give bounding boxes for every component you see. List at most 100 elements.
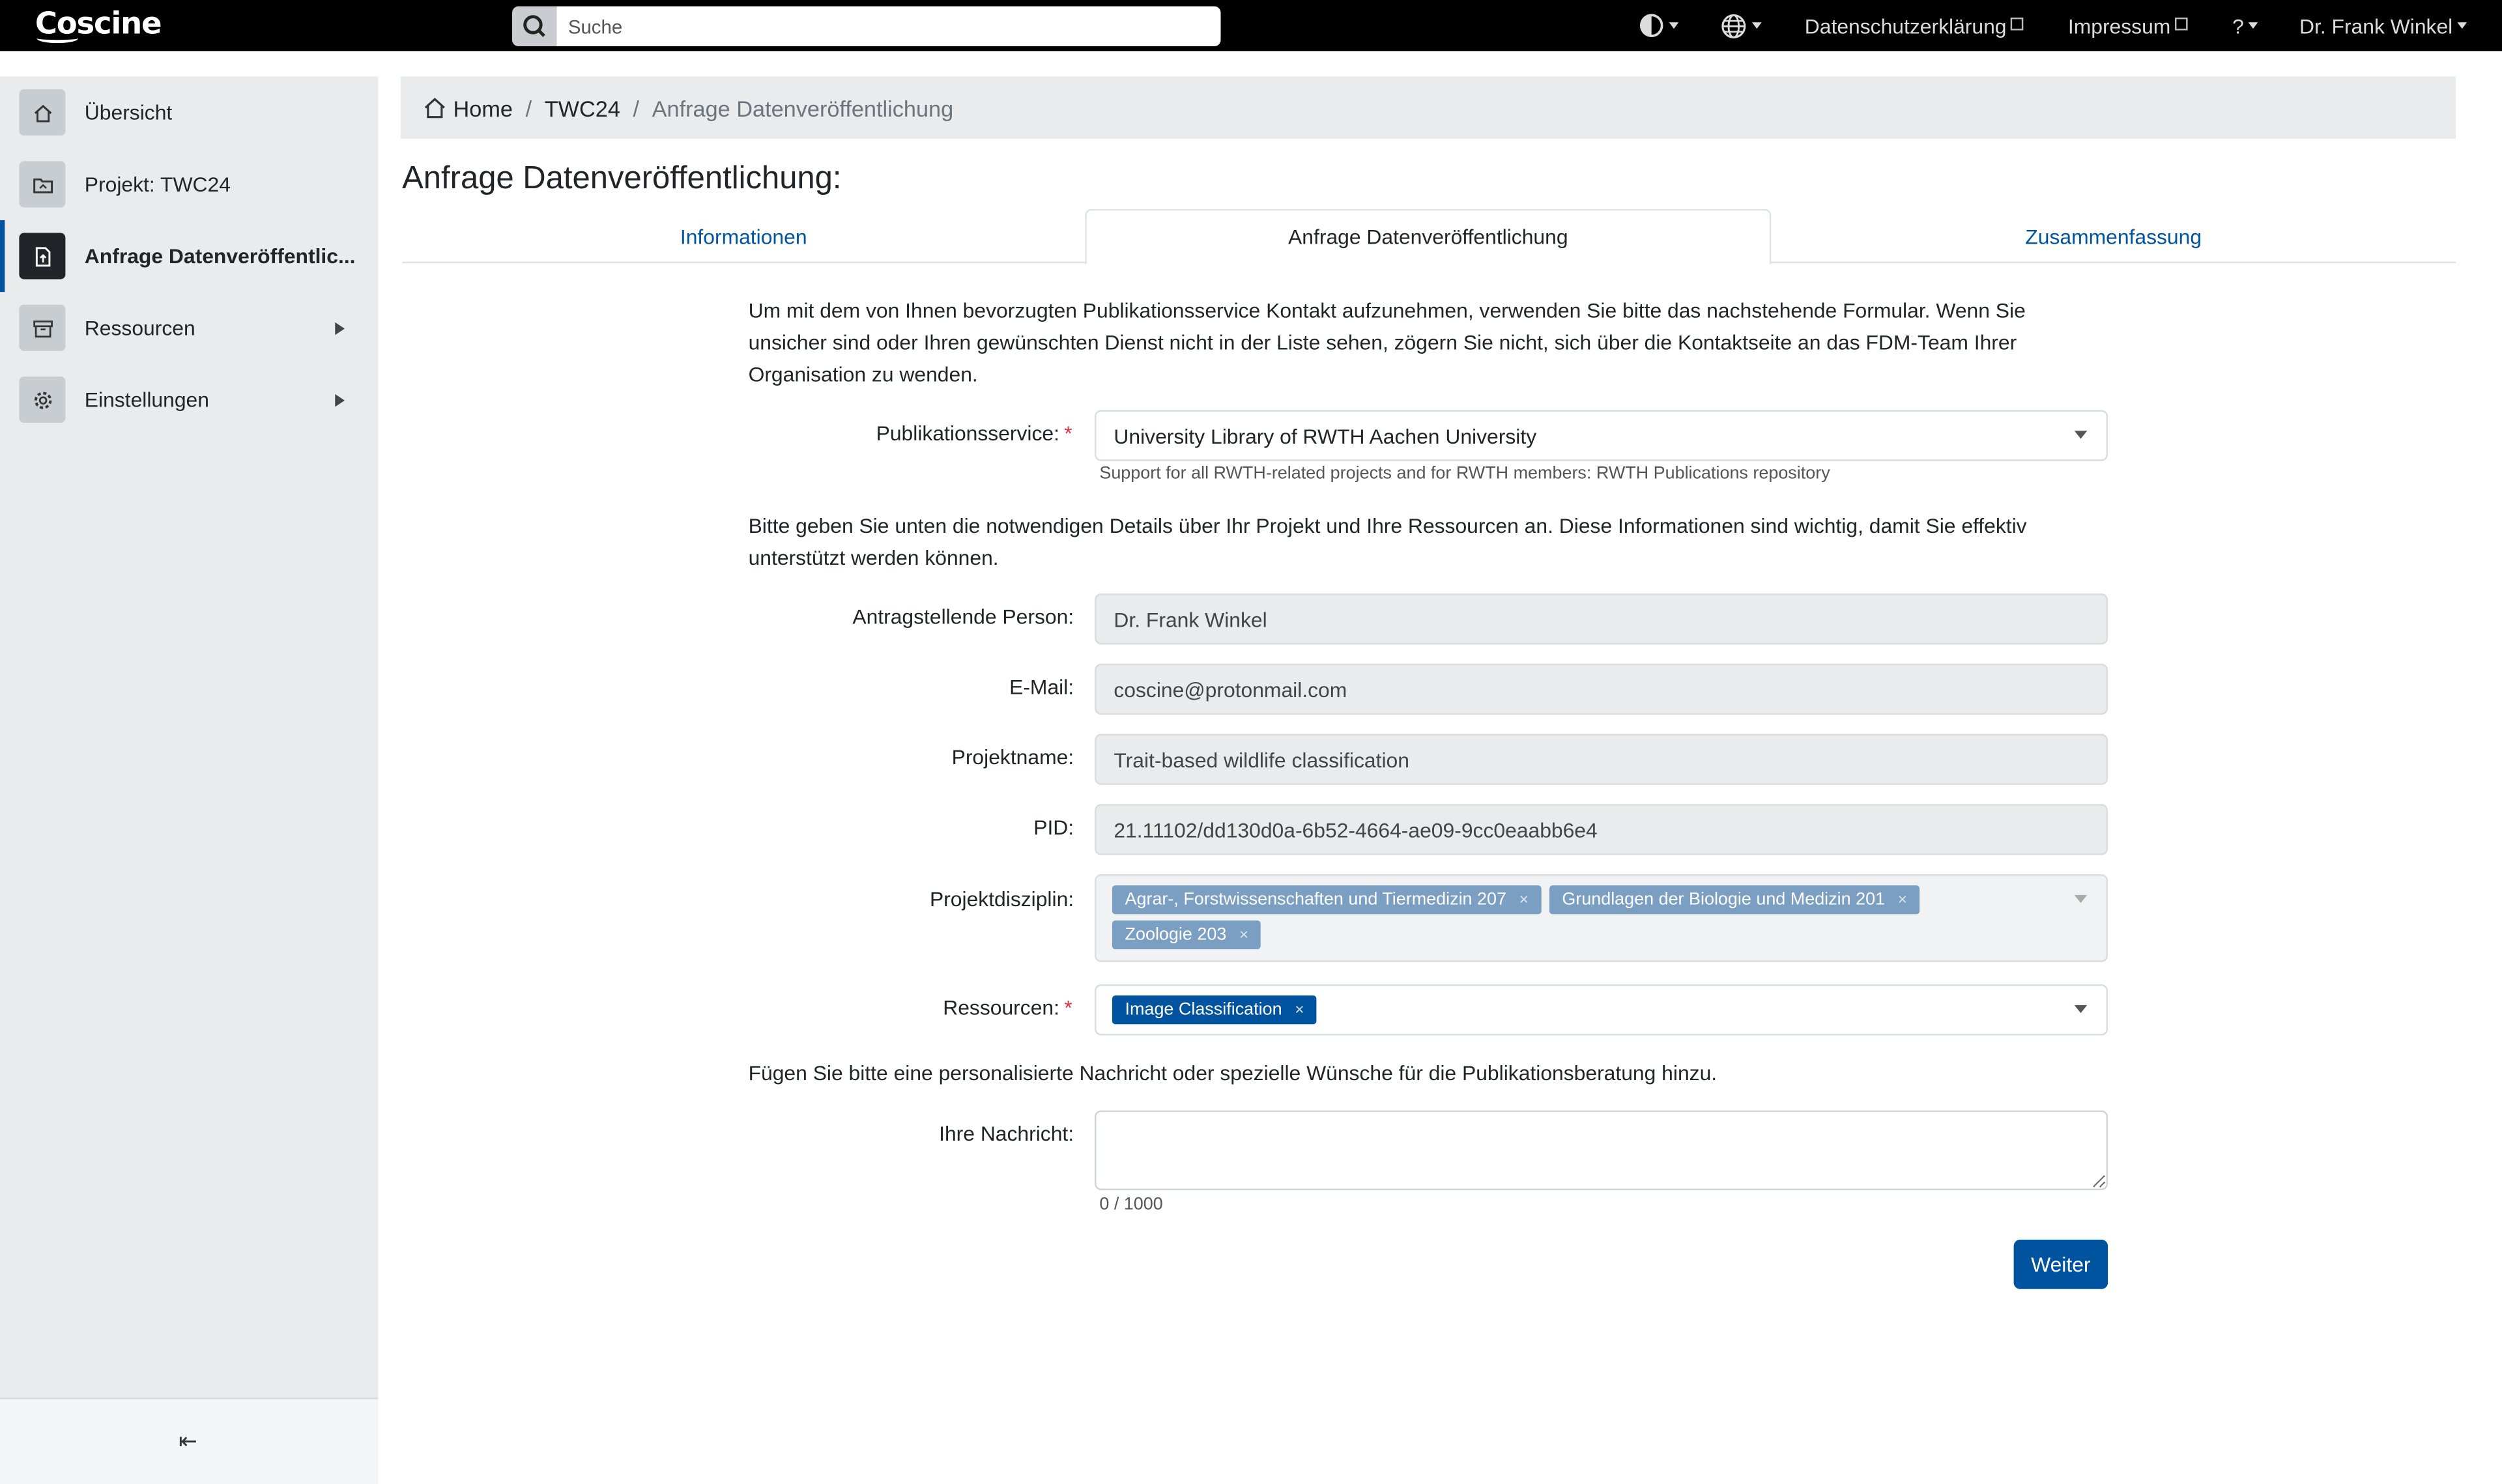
breadcrumb-home[interactable]: Home — [453, 95, 513, 121]
next-button[interactable]: Weiter — [2013, 1239, 2108, 1289]
tab-information[interactable]: Informationen — [402, 209, 1085, 263]
user-name: Dr. Frank Winkel — [2299, 13, 2453, 38]
coscine-logo[interactable]: Coscine — [35, 7, 162, 44]
remove-chip-icon[interactable]: × — [1519, 891, 1529, 909]
email-label: E-Mail: — [1009, 674, 1074, 699]
chevron-right-icon — [335, 321, 345, 335]
character-counter: 0 / 1000 — [1099, 1195, 1163, 1214]
home-icon — [33, 104, 51, 122]
discipline-chip-label: Zoologie 203 — [1125, 925, 1227, 945]
help-menu-label: ? — [2232, 13, 2244, 38]
imprint-link[interactable]: Impressum — [2067, 0, 2189, 51]
external-link-icon — [2175, 17, 2189, 31]
help-menu[interactable]: ? — [2232, 0, 2258, 51]
discipline-chip-label: Grundlagen der Biologie und Medizin 201 — [1562, 890, 1886, 909]
sidebar-item-label: Übersicht — [84, 100, 173, 125]
service-label: Publikationsservice: * — [594, 421, 1072, 446]
sidebar-item-overview[interactable]: Übersicht — [0, 77, 378, 149]
service-label-text: Publikationsservice: — [876, 421, 1059, 446]
pid-field: 21.11102/dd130d0a-6b52-4664-ae09-9cc0eaa… — [1095, 804, 2108, 855]
tab-publication-request[interactable]: Anfrage Datenveröffentlichung — [1085, 208, 1772, 265]
sidebar-item-settings[interactable]: Einstellungen — [0, 364, 378, 435]
folder-icon — [32, 177, 52, 193]
discipline-chip: Zoologie 203 × — [1112, 920, 1261, 950]
globe-icon — [1721, 13, 1746, 38]
contrast-icon — [1639, 14, 1663, 37]
service-select[interactable]: University Library of RWTH Aachen Univer… — [1095, 410, 2108, 461]
app-root: Coscine Suche Datenschutzerklärung Impre… — [0, 0, 2502, 1484]
privacy-link[interactable]: Datenschutzerklärung — [1805, 0, 2024, 51]
sidebar-item-label: Anfrage Datenveröffentlic... — [84, 244, 356, 268]
breadcrumb-current: Anfrage Datenveröffentlichung — [652, 94, 954, 121]
remove-chip-icon[interactable]: × — [1898, 891, 1907, 909]
sidebar: Übersicht Projekt: TWC24 Anfrage Datenve… — [0, 76, 379, 1484]
home-icon-box — [19, 89, 66, 136]
remove-chip-icon[interactable]: × — [1239, 926, 1248, 944]
search-bar — [512, 6, 1221, 47]
sidebar-item-publication-request[interactable]: Anfrage Datenveröffentlic... — [0, 220, 378, 293]
required-mark: * — [1064, 421, 1072, 446]
discipline-chip-label: Agrar-, Forstwissenschaften und Tiermedi… — [1125, 890, 1506, 909]
discipline-chip: Agrar-, Forstwissenschaften und Tiermedi… — [1112, 885, 1542, 915]
top-navbar: Coscine Suche Datenschutzerklärung Impre… — [0, 0, 2502, 51]
tab-summary[interactable]: Zusammenfassung — [1771, 209, 2456, 263]
page-title: Anfrage Datenveröffentlichung: — [402, 161, 842, 197]
chevron-down-icon — [1751, 22, 1762, 29]
required-mark: * — [1064, 995, 1072, 1020]
discipline-select[interactable]: Agrar-, Forstwissenschaften und Tiermedi… — [1095, 874, 2108, 962]
file-upload-icon-box — [19, 233, 66, 279]
resources-label-text: Ressourcen: — [943, 995, 1059, 1020]
service-help-text: Support for all RWTH-related projects an… — [1099, 464, 1830, 484]
sidebar-item-project[interactable]: Projekt: TWC24 — [0, 149, 378, 220]
search-input[interactable] — [556, 6, 1221, 47]
external-link-icon — [2011, 17, 2024, 31]
chevron-down-icon — [2074, 1005, 2088, 1014]
service-select-value: University Library of RWTH Aachen Univer… — [1114, 423, 1537, 448]
discipline-chip: Grundlagen der Biologie und Medizin 201 × — [1549, 885, 1920, 915]
sidebar-item-resources[interactable]: Ressourcen — [0, 292, 378, 364]
breadcrumb-project[interactable]: TWC24 — [545, 95, 620, 121]
imprint-link-label: Impressum — [2067, 13, 2171, 38]
file-upload-icon — [35, 246, 50, 266]
folder-icon-box — [19, 161, 66, 208]
search-icon — [523, 15, 545, 37]
message-label: Ihre Nachricht: — [939, 1121, 1074, 1146]
message-intro-text: Fügen Sie bitte eine personalisierte Nac… — [748, 1061, 1718, 1085]
chevron-down-icon — [2457, 22, 2467, 29]
remove-chip-icon[interactable]: × — [1295, 1001, 1304, 1019]
search-button[interactable] — [512, 6, 557, 47]
chevron-right-icon — [335, 393, 345, 407]
email-field: coscine@protonmail.com — [1095, 663, 2108, 715]
resource-chip: Image Classification × — [1112, 995, 1317, 1025]
resource-chip-label: Image Classification — [1125, 1000, 1282, 1020]
user-menu[interactable]: Dr. Frank Winkel — [2299, 0, 2467, 51]
pid-label: PID: — [1033, 815, 1074, 840]
home-icon — [424, 98, 445, 119]
discipline-chip-row: Zoologie 203 × — [1112, 920, 2107, 950]
resources-label: Ressourcen: * — [594, 995, 1072, 1020]
form-intro-text: Um mit dem von Ihnen bevorzugten Publika… — [748, 298, 2026, 386]
discipline-chip-row: Agrar-, Forstwissenschaften und Tiermedi… — [1112, 885, 2107, 915]
chevron-down-icon — [2074, 431, 2088, 439]
sidebar-footer: ⇤ — [0, 1397, 379, 1484]
language-menu[interactable] — [1720, 0, 1762, 51]
theme-toggle[interactable] — [1639, 0, 1679, 51]
chevron-down-icon — [2074, 894, 2088, 904]
gear-icon-box — [19, 376, 66, 423]
project-name-field: Trait-based wildlife classification — [1095, 734, 2108, 785]
message-textarea[interactable] — [1095, 1110, 2108, 1190]
gear-icon — [33, 391, 51, 408]
sidebar-item-label: Projekt: TWC24 — [84, 172, 231, 197]
archive-icon — [33, 319, 52, 337]
project-name-label: Projektname: — [951, 745, 1074, 769]
resources-select[interactable]: Image Classification × — [1095, 984, 2108, 1036]
sidebar-item-label: Ressourcen — [84, 315, 195, 340]
privacy-link-label: Datenschutzerklärung — [1804, 13, 2007, 38]
chevron-down-icon — [1669, 22, 1679, 29]
collapse-sidebar-icon[interactable]: ⇤ — [179, 1428, 197, 1455]
breadcrumb-separator: / — [525, 94, 532, 121]
breadcrumb-separator: / — [633, 94, 640, 121]
applicant-label: Antragstellende Person: — [852, 605, 1074, 629]
breadcrumb: Home / TWC24 / Anfrage Datenveröffentlic… — [400, 76, 2456, 139]
discipline-label: Projektdisziplin: — [929, 887, 1074, 911]
